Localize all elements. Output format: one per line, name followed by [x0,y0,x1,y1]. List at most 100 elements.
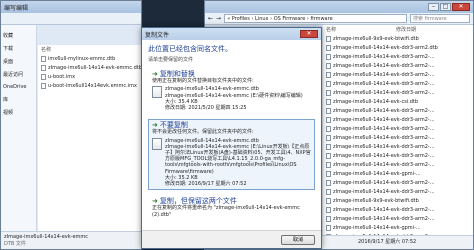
search-placeholder: 搜索 firmware [413,16,447,22]
file-name: zImage-imx6ull-14x14-evk-ddr3-arm2-... [333,143,435,150]
file-row[interactable]: zImage-imx6ull-14x14-evk-ddr3-arm2-... [323,151,473,160]
file-name: zImage-imx6ull-14x14-evk-ddr3-arm2-... [333,125,435,132]
file-name: zImage-imx6ull-14x14-evk-gpmi-... [333,170,421,177]
left-window-title: 编写编辑 [4,4,29,12]
search-input[interactable]: 搜索 firmware [410,14,470,23]
option-keep-both[interactable]: ➜ 复制，但保留这两个文件 正在复制的文件将重命名为 "zImage-imx6u… [148,195,315,221]
file-icon [152,137,162,150]
file-icon [326,116,331,123]
close-button[interactable]: ✕ [452,3,470,11]
file-icon [41,64,46,71]
breadcrumb: « Profiles › Linux › OS Firmware › firmw… [227,15,333,22]
forward-arrow-icon[interactable]: → [216,15,221,22]
option2-date: 修改日期: 2016/9/17 星期六 07:52 [165,181,247,188]
cancel-button[interactable]: 取消 [281,234,315,245]
file-icon [326,224,331,231]
file-row[interactable]: u-boot.imx [38,72,141,81]
file-row[interactable]: u-boot-imx6ull14x14evk.emmc.imx [38,81,141,90]
option2-path: zImage-imx6ull-14x14-evk-emmc (E:\Linux开… [165,143,311,175]
file-name: zImage-imx6ull-14x14-evk-ddr3-arm2-... [333,206,435,213]
file-name: zImage-imx6ull-14x14-evk-ddr3-arm2-... [333,152,435,159]
option-copy-replace-title: 复制和替换 [159,70,195,78]
file-name: zImage-imx6ull-14x14-evk-emmc.dtb [48,64,142,71]
dialog-title: 复制文件 [145,31,170,39]
dialog-heading: 此位置已经包含同名文件。 [148,45,232,53]
column-header-date[interactable]: 修改日期 [396,26,416,33]
file-icon [326,197,331,204]
file-icon [326,188,331,195]
maximize-button[interactable]: □ [440,3,451,11]
option-copy-replace[interactable]: ➜ 复制和替换 使用正在复制的文件替换目标文件夹中的文件: zImage-imx… [148,68,315,114]
file-icon [326,71,331,78]
file-icon [326,134,331,141]
nav-item-videos[interactable]: 视频 [1,106,36,119]
file-icon [326,35,331,42]
column-header-name[interactable]: 名称 [326,26,336,33]
file-icon [326,62,331,69]
dialog-titlebar: 复制文件 ✕ [142,28,321,40]
file-row[interactable]: zImage-imx6ull-14x14-evk-ddr3-arm2-... [323,115,473,124]
file-icon [326,215,331,222]
file-row[interactable]: zImage-imx6ull-14x14-evk-ddr3-arm2-... [323,61,473,70]
back-arrow-icon[interactable]: ← [208,15,213,22]
nav-item-downloads[interactable]: 下载 [1,42,36,55]
file-name: zImage-imx6ull-14x14-evk-ddr3-arm2-... [333,215,435,222]
file-name: zImage-imx6ull-14x14-evk-ddr3-arm2-... [333,89,435,96]
nav-item-recent[interactable]: 最近访问 [1,68,36,81]
file-icon [326,44,331,51]
file-name: zImage-imx6ull-14x14-evk-ddr3-arm2-... [333,161,435,168]
file-row[interactable]: zImage-imx6ull-14x14-evk-gpmi-... [323,223,473,232]
file-row[interactable]: zImage-imx6ull-14x14-evk-ddr3-arm2-... [323,70,473,79]
column-header-name[interactable]: 名称 [38,45,141,54]
option-keep-both-title: 复制，但保留这两个文件 [159,197,237,206]
file-row[interactable]: zImage-imx6ull-14x14-evk-ddr3-arm2.dtb [323,43,473,52]
file-row[interactable]: zImage-imx6ull-14x14-evk-ddr3-arm2-... [323,124,473,133]
file-icon [326,107,331,114]
option-keep-both-header: ➜ 复制，但保留这两个文件 [152,197,311,206]
dialog-body: 此位置已经包含同名文件。 请单击要保留的文件 ➜ 复制和替换 使用正在复制的文件… [142,40,321,225]
file-row[interactable]: zImage-imx6ull-14x14-evk-emmc.dtb [38,63,142,72]
nav-item-favorites[interactable]: 收藏 [1,29,36,42]
option-copy-replace-header: ➜ 复制和替换 [152,70,311,78]
file-row[interactable]: zImage-imx6ull-9x9-evk-btwifi.dtb [323,34,473,43]
left-explorer-window: 编写编辑 收藏 下载 桌面 最近访问 OneDrive 库 视频 名称 imx6… [0,0,142,250]
file-row[interactable]: zImage-imx6ull-14x14-evk-ddr3-arm2-... [323,187,473,196]
file-name: zImage-imx6ull-14x14-evk-ddr3-arm2-... [333,53,435,60]
file-row[interactable]: zImage-imx6ull-14x14-evk-ddr3-arm2-... [323,106,473,115]
file-row[interactable]: zImage-imx6ull-14x14-evk-csi.dtb [323,97,473,106]
dialog-close-button[interactable]: ✕ [300,30,318,38]
file-row[interactable]: zImage-imx6ull-9x9-evk-btwifi.dtb [323,196,473,205]
file-row[interactable]: zImage-imx6ull-14x14-evk-ddr3-arm2-... [323,88,473,97]
file-row[interactable]: zImage-imx6ull-14x14-evk-ddr3-arm2-... [323,142,473,151]
file-row[interactable]: zImage-imx6ull-14x14-evk-ddr3-arm2-... [323,160,473,169]
file-icon [41,82,46,89]
option-dont-copy[interactable]: ➜ 不要复制 将不会更改任何文件。保留此文件夹中的文件: zImage-imx6… [148,119,315,191]
file-icon [326,161,331,168]
option-dont-copy-file: zImage-imx6ull-14x14-evk-emmc.dtb zImage… [152,137,311,188]
file-row[interactable]: zImage-imx6ull-14x14-evk-ddr3-arm2-... [323,178,473,187]
nav-item-libraries[interactable]: 库 [1,93,36,106]
left-nav-pane: 收藏 下载 桌面 最近访问 OneDrive 库 视频 [1,25,37,249]
file-icon [326,53,331,60]
right-file-rows: zImage-imx6ull-9x9-evk-btwifi.dtb zImage-… [323,34,473,241]
file-row[interactable]: zImage-imx6ull-14x14-evk-gpmi-... [323,169,473,178]
nav-item-onedrive[interactable]: OneDrive [1,81,36,93]
option-copy-replace-file-info: zImage-imx6ull-14x14-evk-emmc.dtb zImage… [165,86,303,111]
file-name: zImage-imx6ull-9x9-evk-btwifi.dtb [333,197,419,204]
nav-item-desktop[interactable]: 桌面 [1,55,36,68]
option-copy-replace-desc: 使用正在复制的文件替换目标文件夹中的文件: [152,78,254,85]
copy-file-dialog: 复制文件 ✕ 此位置已经包含同名文件。 请单击要保留的文件 ➜ 复制和替换 使用… [141,27,322,249]
option1-path: zImage-imx6ull-14x14-evk-emmc (E:\硬件资料\编… [165,92,303,99]
file-row[interactable]: imx6ull-mylinux-emmc.dtb [38,54,141,63]
address-bar[interactable]: « Profiles › Linux › OS Firmware › firmw… [224,14,407,23]
left-file-list: 名称 imx6ull-mylinux-emmc.dtb zImage-imx6u… [38,45,142,233]
file-row[interactable]: zImage-imx6ull-14x14-evk-ddr3-arm2-... [323,52,473,61]
file-row[interactable]: zImage-imx6ull-14x14-evk-ddr3-arm2-... [323,133,473,142]
file-row[interactable]: zImage-imx6ull-14x14-evk-ddr3-arm2-... [323,214,473,223]
option-dont-copy-file-info: zImage-imx6ull-14x14-evk-emmc.dtb zImage… [165,138,311,188]
status-date: 2016/9/17 星期六 07:52 [358,239,417,245]
file-row[interactable]: zImage-imx6ull-14x14-evk-ddr3-arm2-... [323,79,473,88]
file-icon [41,73,46,80]
minimize-button[interactable]: – [428,3,439,11]
file-row[interactable]: zImage-imx6ull-14x14-evk-ddr3-arm2-... [323,205,473,214]
